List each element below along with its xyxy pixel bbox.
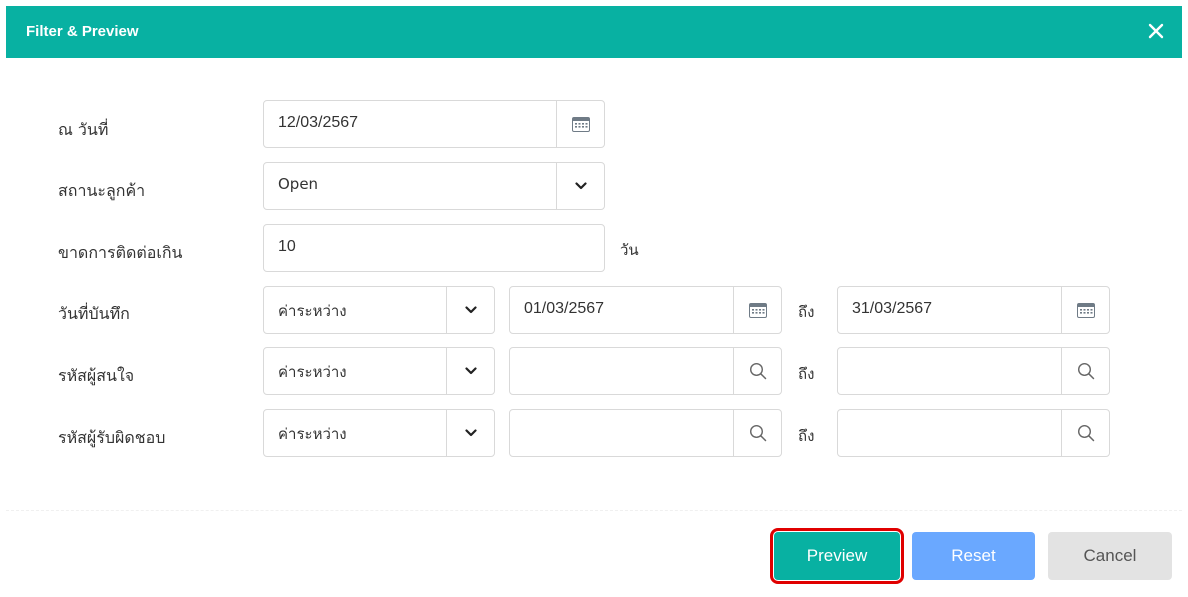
chevron-down-icon: [464, 367, 477, 375]
prospect-code-to-label: ถึง: [798, 365, 815, 383]
record-date-to-value: 31/03/2567: [852, 300, 933, 317]
search-icon: [749, 424, 766, 442]
owner-code-to-field[interactable]: [837, 409, 1110, 457]
search-icon: [1077, 362, 1094, 380]
record-date-operator-select[interactable]: ค่าระหว่าง: [263, 286, 495, 334]
owner-code-operator-select[interactable]: ค่าระหว่าง: [263, 409, 495, 457]
customer-status-select[interactable]: Open: [263, 162, 605, 210]
as-of-date-field[interactable]: 12/03/2567: [263, 100, 605, 148]
prospect-code-to-search-button[interactable]: [1061, 348, 1109, 394]
close-icon: [1148, 23, 1164, 39]
owner-code-from-field[interactable]: [509, 409, 782, 457]
no-contact-days-value: 10: [278, 238, 296, 255]
days-unit-label: วัน: [620, 241, 639, 259]
owner-code-to-label: ถึง: [798, 427, 815, 445]
chevron-down-icon: [464, 429, 477, 437]
footer-divider: [6, 510, 1182, 511]
as-of-date-label: ณ วันที่: [58, 120, 109, 139]
calendar-icon: [748, 303, 767, 318]
chevron-down-icon: [464, 306, 477, 314]
prospect-code-operator-select[interactable]: ค่าระหว่าง: [263, 347, 495, 395]
prospect-code-operator-toggle[interactable]: [446, 348, 494, 394]
owner-code-to-search-button[interactable]: [1061, 410, 1109, 456]
cancel-button[interactable]: Cancel: [1048, 532, 1172, 580]
owner-code-operator-value: ค่าระหว่าง: [278, 425, 347, 443]
record-date-from-field[interactable]: 01/03/2567: [509, 286, 782, 334]
record-date-from-value: 01/03/2567: [524, 300, 605, 317]
prospect-code-operator-value: ค่าระหว่าง: [278, 363, 347, 381]
calendar-icon: [1076, 303, 1095, 318]
filter-preview-dialog: Filter & Preview ณ วันที่ 12/03/2567 สถา…: [6, 6, 1182, 597]
record-date-operator-toggle[interactable]: [446, 287, 494, 333]
dialog-header: Filter & Preview: [6, 6, 1182, 58]
search-icon: [749, 362, 766, 380]
owner-code-label: รหัสผู้รับผิดชอบ: [58, 428, 166, 447]
owner-code-from-search-button[interactable]: [733, 410, 781, 456]
close-button[interactable]: [1144, 19, 1168, 43]
customer-status-label: สถานะลูกค้า: [58, 181, 146, 200]
as-of-date-calendar-button[interactable]: [556, 101, 604, 147]
dialog-title: Filter & Preview: [26, 23, 139, 40]
record-date-to-calendar-button[interactable]: [1061, 287, 1109, 333]
owner-code-operator-toggle[interactable]: [446, 410, 494, 456]
no-contact-days-input[interactable]: 10: [263, 224, 605, 272]
chevron-down-icon: [574, 182, 587, 190]
preview-button[interactable]: Preview: [770, 528, 904, 584]
customer-status-dropdown-toggle[interactable]: [556, 163, 604, 209]
record-date-to-field[interactable]: 31/03/2567: [837, 286, 1110, 334]
reset-button[interactable]: Reset: [912, 532, 1035, 580]
prospect-code-from-search-button[interactable]: [733, 348, 781, 394]
record-date-label: วันที่บันทึก: [58, 304, 130, 323]
prospect-code-from-field[interactable]: [509, 347, 782, 395]
search-icon: [1077, 424, 1094, 442]
no-contact-label: ขาดการติดต่อเกิน: [58, 243, 183, 262]
record-date-to-label: ถึง: [798, 303, 815, 321]
prospect-code-to-field[interactable]: [837, 347, 1110, 395]
customer-status-value: Open: [278, 175, 319, 193]
record-date-from-calendar-button[interactable]: [733, 287, 781, 333]
prospect-code-label: รหัสผู้สนใจ: [58, 366, 135, 385]
calendar-icon: [571, 117, 590, 132]
record-date-operator-value: ค่าระหว่าง: [278, 302, 347, 320]
as-of-date-value: 12/03/2567: [278, 114, 359, 131]
